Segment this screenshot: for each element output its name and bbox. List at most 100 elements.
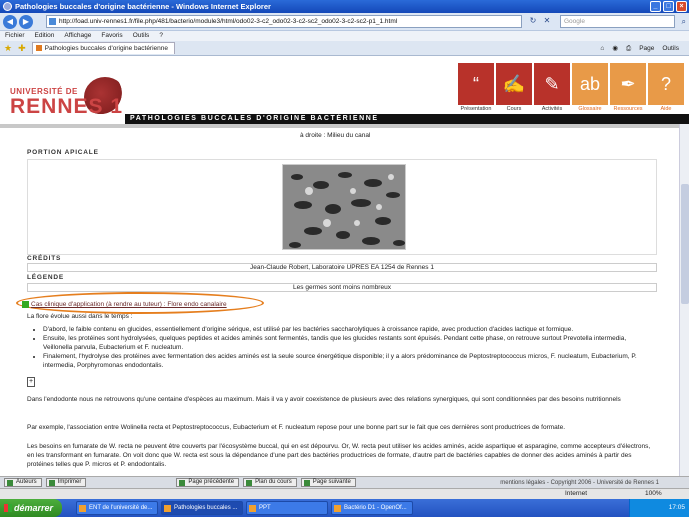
ressources-icon: ✒	[610, 63, 646, 105]
course-page-nav: Auteurs Imprimer Page précédente Plan du…	[0, 476, 689, 488]
nav-cours-label: Cours	[506, 106, 522, 112]
system-tray: 17:05	[629, 499, 689, 517]
expand-plus-icon[interactable]: +	[27, 377, 35, 387]
print-label: Imprimer	[57, 479, 82, 485]
copyright-text[interactable]: mentions légales - Copyright 2006 - Univ…	[500, 480, 659, 486]
tab-page-icon	[35, 45, 42, 51]
page-icon	[49, 18, 56, 25]
image-frame	[27, 159, 657, 255]
nav-cours[interactable]: ✍ Cours	[496, 63, 532, 114]
tab-current[interactable]: Pathologies buccales d'origine bactérien…	[31, 42, 176, 54]
paragraph-endodonte: Dans l'endodonte nous ne retrouvons qu'u…	[27, 396, 621, 403]
nav-ressources[interactable]: ✒ Ressources	[610, 63, 646, 114]
search-placeholder: Google	[564, 18, 585, 25]
menu-fichier[interactable]: Fichier	[5, 31, 25, 41]
window-title: Pathologies buccales d'origine bactérien…	[15, 2, 271, 11]
menu-bar: Fichier Edition Affichage Favoris Outils…	[0, 31, 689, 41]
zoom-level[interactable]: 100%	[645, 489, 662, 499]
print-icon[interactable]: ⎙	[626, 42, 631, 55]
list-item: Ensuite, les protéines sont hydrolysées,…	[43, 334, 656, 352]
refresh-icon[interactable]: ↻	[528, 16, 538, 26]
openoffice-task-icon	[334, 505, 341, 512]
taskbar-item-pathologies[interactable]: Pathologies buccales ...	[161, 501, 243, 515]
favorites-star-icon[interactable]: ★	[4, 43, 12, 54]
university-logo[interactable]: UNIVERSITÉ DE RENNES 1	[10, 77, 126, 125]
maximize-button[interactable]: □	[663, 1, 674, 12]
arrow-right-icon	[303, 480, 310, 486]
nav-presentation-label: Présentation	[460, 106, 492, 112]
vertical-scrollbar[interactable]	[679, 124, 689, 476]
bacteria-micrograph-icon	[283, 165, 405, 249]
nav-aide-label: Aide	[660, 106, 672, 112]
menu-favoris[interactable]: Favoris	[101, 31, 122, 41]
start-button[interactable]: démarrer	[0, 499, 62, 517]
close-button[interactable]: ×	[676, 1, 687, 12]
menu-outils[interactable]: Outils	[133, 31, 150, 41]
tab-label: Pathologies buccales d'origine bactérien…	[44, 45, 169, 52]
window-title-bar: Pathologies buccales d'origine bactérien…	[0, 0, 689, 13]
menu-affichage[interactable]: Affichage	[64, 31, 91, 41]
search-input[interactable]: Google ⌕	[560, 15, 686, 28]
nav-aide[interactable]: ? Aide	[648, 63, 684, 114]
search-icon[interactable]: ⌕	[682, 16, 686, 27]
tab-bar: ★ ✚ Pathologies buccales d'origine bacté…	[0, 41, 689, 56]
command-bar: ⌂ ◉ ⎙ Page Outils	[600, 42, 679, 55]
nav-activites-label: Activités	[541, 106, 563, 112]
taskbar-item-bacterio[interactable]: Bactério D1 - OpenOf...	[331, 501, 413, 515]
course-plan-button[interactable]: Plan du cours	[243, 478, 297, 487]
taskbar-item-ent[interactable]: ENT de l'université de...	[76, 501, 158, 515]
credits-value: Jean-Claude Robert, Laboratoire UPRES EA…	[27, 263, 657, 272]
page-menu[interactable]: Page	[639, 42, 654, 55]
start-label: démarrer	[14, 503, 54, 513]
address-input[interactable]: http://foad.univ-rennes1.fr/file.php/481…	[46, 15, 522, 28]
nav-presentation[interactable]: “ Présentation	[458, 63, 494, 114]
portion-title: PORTION APICALE	[27, 149, 99, 156]
minimize-button[interactable]: _	[650, 1, 661, 12]
paragraph-fumarate: Les besoins en fumarate de W. recta ne p…	[27, 443, 651, 468]
taskbar-item-label: Bactério D1 - OpenOf...	[344, 505, 407, 511]
back-button[interactable]: ◀	[3, 14, 17, 29]
course-plan-label: Plan du cours	[255, 479, 292, 485]
address-actions: ↻ ✕	[528, 16, 552, 26]
microscopy-photo[interactable]	[282, 164, 406, 250]
taskbar-item-ppt[interactable]: PPT	[246, 501, 328, 515]
plan-icon	[246, 480, 253, 486]
stop-icon[interactable]: ✕	[542, 16, 552, 26]
next-page-button[interactable]: Page suivante	[300, 478, 356, 487]
list-item: D'abord, le faible contenu en glucides, …	[43, 325, 656, 334]
course-banner: PATHOLOGIES BUCCALES D'ORIGINE BACTÉRIEN…	[125, 114, 689, 124]
print-button[interactable]: Imprimer	[45, 478, 87, 487]
presentation-icon: “	[458, 63, 494, 105]
menu-edition[interactable]: Edition	[35, 31, 55, 41]
site-navigation: “ Présentation ✍ Cours ✎ Activités ab Gl…	[458, 63, 684, 114]
windows-flag-icon	[4, 504, 12, 512]
forward-button[interactable]: ▶	[19, 14, 33, 29]
address-toolbar: ◀ ▶ http://foad.univ-rennes1.fr/file.php…	[0, 13, 689, 31]
menu-help[interactable]: ?	[159, 31, 163, 41]
previous-caption: à droite : Milieu du canal	[300, 132, 371, 139]
ie-task-icon	[79, 505, 86, 512]
aide-icon: ?	[648, 63, 684, 105]
add-favorite-icon[interactable]: ✚	[18, 43, 26, 54]
home-icon[interactable]: ⌂	[600, 42, 604, 55]
activites-icon: ✎	[534, 63, 570, 105]
internet-zone: Internet	[565, 490, 588, 497]
scrollbar-thumb[interactable]	[681, 184, 689, 304]
case-clinic-link-text: Cas clinique d'application (à rendre au …	[31, 301, 227, 309]
nav-glossaire[interactable]: ab Glossaire	[572, 63, 608, 114]
window-controls: _ □ ×	[650, 1, 687, 12]
previous-page-button[interactable]: Page précédente	[176, 478, 240, 487]
web-page: UNIVERSITÉ DE RENNES 1 “ Présentation ✍ …	[0, 57, 689, 476]
status-bar: Internet 100%	[0, 488, 689, 499]
nav-activites[interactable]: ✎ Activités	[534, 63, 570, 114]
taskbar-item-label: ENT de l'université de...	[89, 505, 153, 511]
legend-title: LÉGENDE	[27, 274, 65, 281]
authors-button[interactable]: Auteurs	[4, 478, 42, 487]
case-clinic-link[interactable]: Cas clinique d'application (à rendre au …	[22, 301, 227, 308]
taskbar-item-label: PPT	[259, 505, 271, 511]
clock[interactable]: 17:05	[669, 504, 685, 511]
address-url: http://foad.univ-rennes1.fr/file.php/481…	[59, 18, 398, 25]
tools-menu[interactable]: Outils	[662, 42, 679, 55]
feeds-icon[interactable]: ◉	[612, 42, 618, 55]
nav-glossaire-label: Glossaire	[578, 106, 602, 112]
